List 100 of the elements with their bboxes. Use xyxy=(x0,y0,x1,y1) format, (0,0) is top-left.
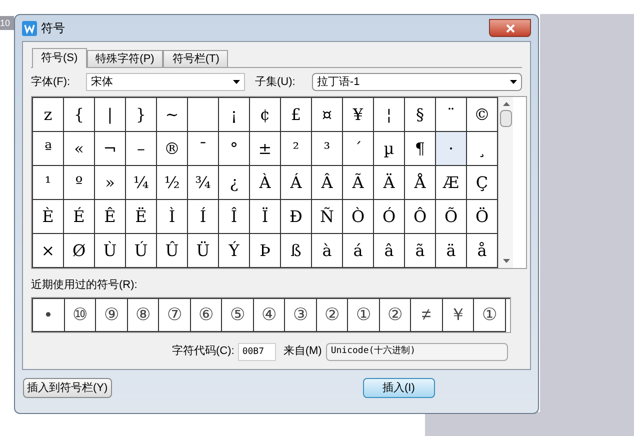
symbol-cell[interactable]: § xyxy=(405,98,436,132)
symbol-cell[interactable]: Í xyxy=(188,200,219,234)
symbol-cell[interactable]: Ô xyxy=(405,200,436,234)
symbol-cell[interactable]: Ä xyxy=(374,166,405,200)
symbol-cell[interactable]: Ú xyxy=(126,234,157,268)
symbol-cell[interactable]: Ó xyxy=(374,200,405,234)
symbol-cell[interactable]: Ç xyxy=(467,166,498,200)
symbol-cell[interactable]: É xyxy=(64,200,95,234)
symbol-cell[interactable]: × xyxy=(33,234,64,268)
symbol-cell[interactable]: Ò xyxy=(343,200,374,234)
recent-symbol-cell[interactable]: ② xyxy=(316,298,348,332)
symbol-cell[interactable]: â xyxy=(374,234,405,268)
recent-symbol-cell[interactable]: ⑨ xyxy=(96,298,128,332)
symbol-cell[interactable]: | xyxy=(95,98,126,132)
font-dropdown[interactable]: 宋体 xyxy=(86,73,246,91)
recent-symbol-cell[interactable]: ⑧ xyxy=(128,298,159,332)
symbol-cell[interactable]: « xyxy=(64,132,95,166)
symbol-cell[interactable]: { xyxy=(64,98,95,132)
symbol-cell[interactable]: ¤ xyxy=(312,98,343,132)
symbol-cell[interactable]: ² xyxy=(281,132,312,166)
symbol-cell[interactable]: Ê xyxy=(95,200,126,234)
symbol-cell[interactable]: ® xyxy=(157,132,188,166)
symbol-cell[interactable]: ¯ xyxy=(188,132,219,166)
symbol-cell[interactable]: Ñ xyxy=(312,200,343,234)
symbol-cell[interactable]: » xyxy=(95,166,126,200)
symbol-cell[interactable]: © xyxy=(467,98,498,132)
symbol-cell[interactable]: Þ xyxy=(250,234,281,268)
insert-button[interactable]: 插入(I) xyxy=(362,378,435,398)
symbol-cell[interactable]: } xyxy=(126,98,157,132)
symbol-cell[interactable]: ß xyxy=(281,234,312,268)
symbol-cell[interactable]: ¾ xyxy=(188,166,219,200)
symbol-cell[interactable]: á xyxy=(343,234,374,268)
symbol-cell[interactable]: È xyxy=(33,200,64,234)
recent-symbol-cell[interactable]: • xyxy=(33,298,64,332)
symbol-cell[interactable]: ¼ xyxy=(126,166,157,200)
symbol-cell[interactable]: ¢ xyxy=(250,98,281,132)
symbol-cell[interactable]: £ xyxy=(281,98,312,132)
symbol-cell[interactable]: Ð xyxy=(281,200,312,234)
symbol-cell[interactable]: ¥ xyxy=(343,98,374,132)
symbol-cell[interactable]: À xyxy=(250,166,281,200)
from-dropdown[interactable]: Unicode(十六进制) xyxy=(326,342,508,360)
symbol-cell[interactable]: Õ xyxy=(436,200,467,234)
symbol-cell[interactable]: ã xyxy=(405,234,436,268)
symbol-cell[interactable]: µ xyxy=(374,132,405,166)
symbol-cell[interactable]: ° xyxy=(219,132,250,166)
scroll-thumb[interactable] xyxy=(500,110,512,127)
symbol-cell[interactable]: ¶ xyxy=(405,132,436,166)
symbol-cell[interactable]: ´ xyxy=(343,132,374,166)
symbol-cell[interactable]: Á xyxy=(281,166,312,200)
symbol-cell[interactable]: Æ xyxy=(436,166,467,200)
symbol-cell[interactable]: Ø xyxy=(64,234,95,268)
symbol-cell[interactable]: ± xyxy=(250,132,281,166)
recent-symbol-cell[interactable]: ⑦ xyxy=(159,298,190,332)
symbol-cell[interactable]: · xyxy=(436,132,467,166)
symbol-cell[interactable]: Ý xyxy=(219,234,250,268)
recent-symbol-cell[interactable]: ⑤ xyxy=(222,298,254,332)
symbol-cell[interactable]: º xyxy=(64,166,95,200)
recent-symbol-cell[interactable]: ① xyxy=(474,298,506,332)
symbol-cell[interactable]: Ï xyxy=(250,200,281,234)
recent-symbol-cell[interactable]: ⑩ xyxy=(64,298,96,332)
symbol-cell[interactable]: z xyxy=(33,98,64,132)
tab[interactable]: 符号(S) xyxy=(32,48,87,68)
symbol-cell[interactable]: ¸ xyxy=(467,132,498,166)
symbol-cell[interactable]: – xyxy=(126,132,157,166)
scrollbar[interactable] xyxy=(498,97,513,268)
symbol-cell[interactable]: ~ xyxy=(157,98,188,132)
symbol-cell[interactable]: ³ xyxy=(312,132,343,166)
symbol-cell[interactable]: Î xyxy=(219,200,250,234)
recent-symbol-cell[interactable]: ￥ xyxy=(442,298,474,332)
symbol-cell[interactable]: Ë xyxy=(126,200,157,234)
symbol-cell[interactable]: Â xyxy=(312,166,343,200)
symbol-cell[interactable]: ¡ xyxy=(219,98,250,132)
symbol-cell[interactable]: å xyxy=(467,234,498,268)
subset-dropdown[interactable]: 拉丁语-1 xyxy=(312,73,522,91)
symbol-cell[interactable]: ª xyxy=(33,132,64,166)
recent-symbol-cell[interactable]: ≠ xyxy=(411,298,442,332)
recent-symbol-cell[interactable]: ③ xyxy=(285,298,316,332)
symbol-cell[interactable]: Ü xyxy=(188,234,219,268)
char-code-field[interactable]: 00B7 xyxy=(238,342,276,360)
recent-symbol-cell[interactable]: ② xyxy=(380,298,411,332)
symbol-cell[interactable]: Ì xyxy=(157,200,188,234)
symbol-cell[interactable]: ¦ xyxy=(374,98,405,132)
tab[interactable]: 特殊字符(P) xyxy=(86,50,164,67)
recent-symbol-cell[interactable]: ① xyxy=(348,298,380,332)
symbol-cell[interactable]: Û xyxy=(157,234,188,268)
symbol-cell[interactable]: ¿ xyxy=(219,166,250,200)
symbol-cell[interactable]: ¹ xyxy=(33,166,64,200)
symbol-cell[interactable]: ¨ xyxy=(436,98,467,132)
recent-symbol-cell[interactable]: ④ xyxy=(254,298,285,332)
close-button[interactable] xyxy=(489,19,531,37)
symbol-cell[interactable]: Ö xyxy=(467,200,498,234)
symbol-cell[interactable]: Å xyxy=(405,166,436,200)
symbol-cell[interactable]: à xyxy=(312,234,343,268)
symbol-cell[interactable]: Ù xyxy=(95,234,126,268)
symbol-cell[interactable]: ä xyxy=(436,234,467,268)
symbol-cell[interactable]: ½ xyxy=(157,166,188,200)
recent-symbol-cell[interactable]: ⑥ xyxy=(190,298,222,332)
symbol-cell[interactable]: ¬ xyxy=(95,132,126,166)
symbol-cell[interactable]: Ã xyxy=(343,166,374,200)
tab[interactable]: 符号栏(T) xyxy=(163,50,228,67)
